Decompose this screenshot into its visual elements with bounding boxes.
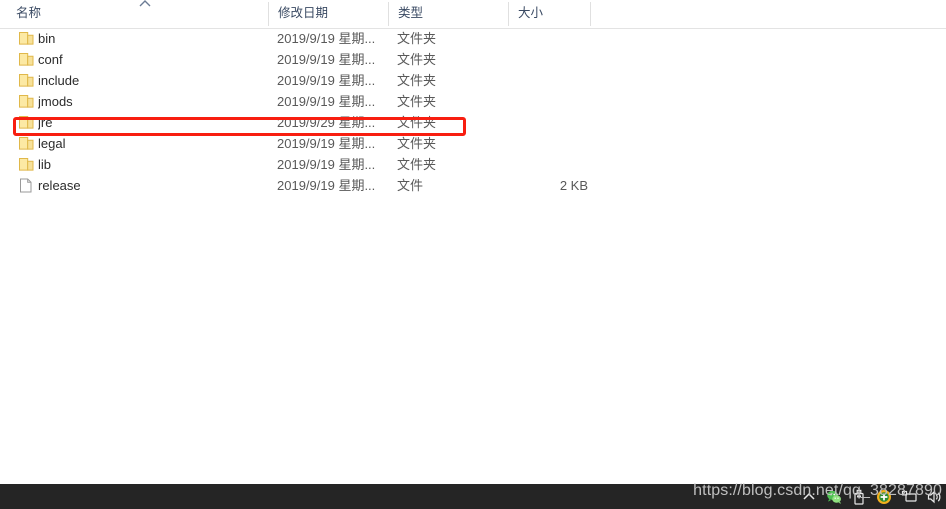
file-size [510,91,588,112]
file-date-modified: 2019/9/19 星期... [277,73,376,88]
column-header-size[interactable]: 大小 [510,0,588,27]
document-icon [18,178,35,193]
file-type: 文件夹 [397,73,437,88]
column-resize-handle-size[interactable] [590,2,591,26]
table-row[interactable]: release 2019/9/19 星期... 文件 2 KB [0,175,946,196]
table-row[interactable]: bin 2019/9/19 星期... 文件夹 [0,28,946,49]
file-date-modified: 2019/9/29 星期... [277,115,376,130]
column-resize-handle-name[interactable] [268,2,269,26]
table-row[interactable]: legal 2019/9/19 星期... 文件夹 [0,133,946,154]
file-name: conf [38,52,63,67]
file-type: 文件夹 [397,136,437,151]
column-resize-handle-type[interactable] [508,2,509,26]
file-type: 文件夹 [397,94,437,109]
column-header-date[interactable]: 修改日期 [270,0,388,27]
folder-icon [18,115,35,130]
file-name: lib [38,157,52,172]
file-size [510,112,588,133]
file-size [510,70,588,91]
file-date-modified: 2019/9/19 星期... [277,178,376,193]
file-date-modified: 2019/9/19 星期... [277,94,376,109]
file-name: release [38,178,81,193]
column-header-name[interactable]: 名称 [8,0,268,27]
column-header-row: 名称 修改日期 类型 大小 [0,0,946,29]
folder-icon [18,73,35,88]
file-name: bin [38,31,56,46]
file-type: 文件 [397,178,424,193]
file-size [510,49,588,70]
column-header-type[interactable]: 类型 [390,0,508,27]
file-size: 2 KB [559,178,588,193]
file-date-modified: 2019/9/19 星期... [277,136,376,151]
table-row[interactable]: include 2019/9/19 星期... 文件夹 [0,70,946,91]
file-name: jre [38,115,53,130]
file-date-modified: 2019/9/19 星期... [277,157,376,172]
table-row[interactable]: conf 2019/9/19 星期... 文件夹 [0,49,946,70]
file-date-modified: 2019/9/19 星期... [277,31,376,46]
file-list-pane: 名称 修改日期 类型 大小 bin 2019/9/19 星期... 文件夹 conf 2019… [0,0,946,484]
file-type: 文件夹 [397,52,437,67]
file-type: 文件夹 [397,31,437,46]
file-size [510,154,588,175]
table-row[interactable]: jre 2019/9/29 星期... 文件夹 [0,112,946,133]
column-resize-handle-date[interactable] [388,2,389,26]
table-row[interactable]: lib 2019/9/19 星期... 文件夹 [0,154,946,175]
file-type: 文件夹 [397,157,437,172]
file-type: 文件夹 [397,115,437,130]
file-name: legal [38,136,66,151]
file-size [510,28,588,49]
folder-icon [18,52,35,67]
file-date-modified: 2019/9/19 星期... [277,52,376,67]
file-rows: bin 2019/9/19 星期... 文件夹 conf 2019/9/19 星期...… [0,28,946,196]
file-name: include [38,73,80,88]
table-row[interactable]: jmods 2019/9/19 星期... 文件夹 [0,91,946,112]
folder-icon [18,94,35,109]
file-size [510,133,588,154]
file-name: jmods [38,94,73,109]
folder-icon [18,136,35,151]
folder-icon [18,31,35,46]
folder-icon [18,157,35,172]
blog-url-watermark: https://blog.csdn.net/qq_38287890 [693,482,942,499]
